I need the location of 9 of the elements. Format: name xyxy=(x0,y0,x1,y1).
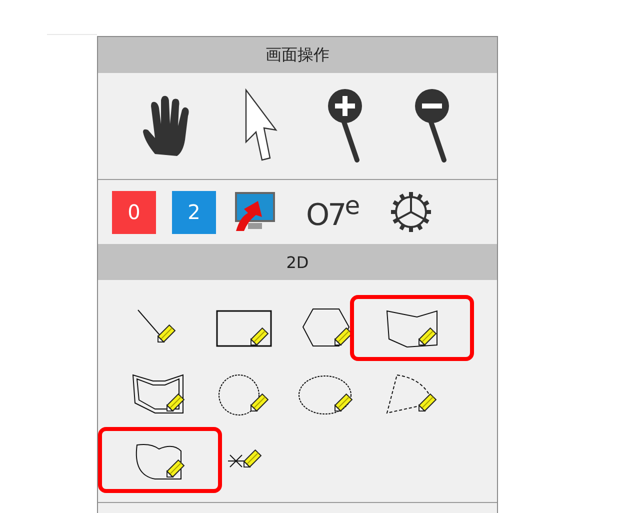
section-title: 2D xyxy=(98,244,497,280)
numbering-button[interactable]: O7$^{e}$ xyxy=(306,191,358,233)
panel-title: 画面操作 xyxy=(98,37,497,73)
monitor-arrow-icon xyxy=(232,191,276,233)
number-badge[interactable]: 0 xyxy=(112,190,156,234)
export-button[interactable] xyxy=(232,191,276,233)
number-badge[interactable]: 2 xyxy=(172,190,216,234)
draw-freeform-button[interactable] xyxy=(98,427,222,493)
draw-polygon-button[interactable] xyxy=(350,295,474,361)
